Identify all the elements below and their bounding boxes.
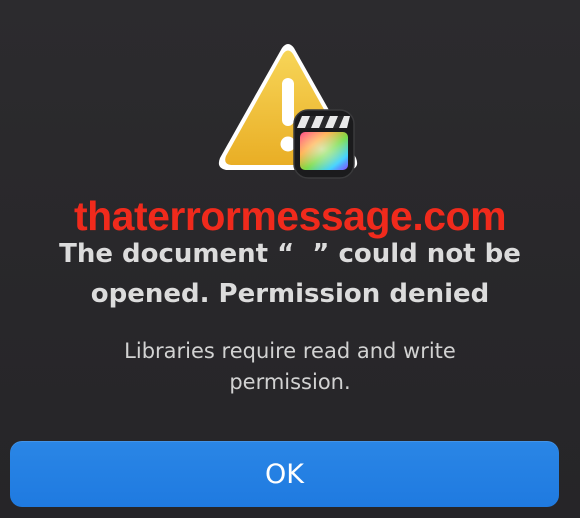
message-line-1: Libraries require read and write: [124, 339, 456, 363]
ok-button[interactable]: OK: [10, 441, 559, 507]
warning-app-icon: [218, 44, 358, 179]
watermark-text: thaterrormessage.com: [73, 193, 507, 239]
dialog-title: The document “ ” could not be opened. Pe…: [0, 234, 580, 314]
alert-dialog: thaterrormessage.com The document “ ” co…: [0, 0, 580, 518]
message-line-2: permission.: [229, 370, 351, 394]
title-line-1: The document “ ” could not be: [59, 239, 521, 269]
dialog-message: Libraries require read and write permiss…: [0, 336, 580, 398]
final-cut-pro-icon: [293, 109, 355, 179]
title-line-2: opened. Permission denied: [90, 279, 490, 309]
